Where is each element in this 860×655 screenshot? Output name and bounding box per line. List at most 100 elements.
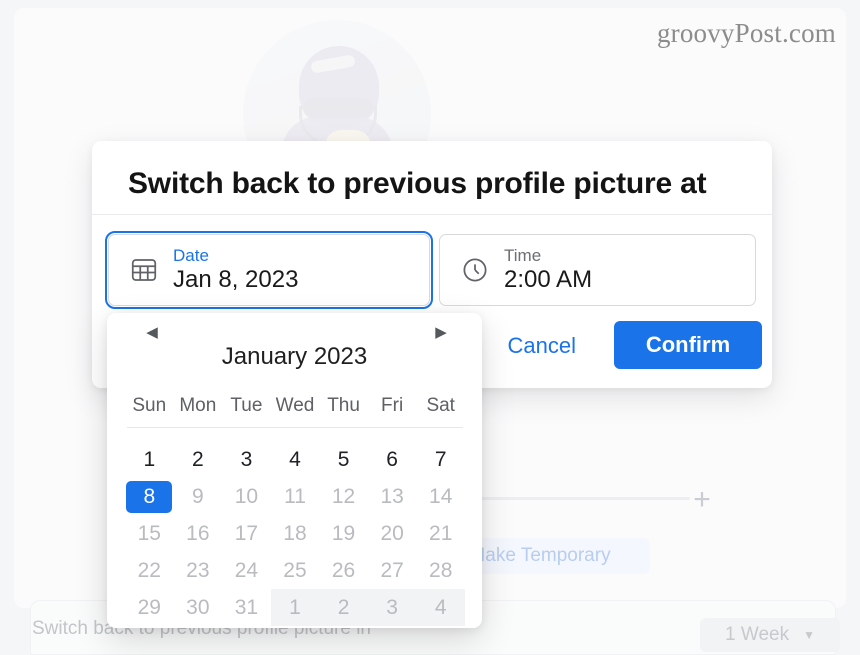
dialog-title: Switch back to previous profile picture …	[128, 167, 707, 200]
next-month-icon[interactable]: ▶	[428, 319, 454, 345]
calendar-day-15[interactable]: 15	[125, 515, 174, 552]
calendar-day-2[interactable]: 2	[174, 441, 223, 478]
calendar-day-label: 15	[137, 521, 161, 545]
calendar-day-3[interactable]: 3	[222, 441, 271, 478]
calendar-day-label: 20	[380, 521, 404, 545]
time-field-value: 2:00 AM	[504, 266, 593, 293]
calendar-day-18[interactable]: 18	[271, 515, 320, 552]
calendar-weekday-mon: Mon	[179, 395, 217, 416]
time-field-label: Time	[504, 246, 542, 265]
calendar-day-29[interactable]: 29	[125, 589, 174, 626]
calendar-day-label: 19	[331, 521, 356, 545]
calendar-day-label: 5	[337, 447, 350, 471]
calendar-day-25[interactable]: 25	[271, 552, 320, 589]
calendar-day-27[interactable]: 27	[368, 552, 417, 589]
calendar-day-label: 22	[137, 558, 161, 582]
calendar-day-7[interactable]: 7	[416, 441, 465, 478]
calendar-day-label: 6	[386, 447, 398, 471]
duration-dropdown[interactable]: 1 Week ▼	[700, 618, 840, 652]
calendar-day-label: 16	[186, 521, 210, 545]
calendar-day-label: 7	[434, 447, 447, 471]
calendar-day-21[interactable]: 21	[416, 515, 465, 552]
calendar-weekday-row: Sun Mon Tue Wed Thu Fri Sat	[125, 395, 465, 417]
calendar-day-label: 9	[192, 484, 204, 508]
calendar-day-31[interactable]: 31	[222, 589, 271, 626]
calendar-day-3[interactable]: 3	[367, 589, 417, 626]
plus-icon[interactable]: +	[688, 485, 716, 515]
cancel-button[interactable]: Cancel	[498, 325, 586, 367]
calendar-day-label: 30	[186, 595, 210, 619]
calendar-day-label: 28	[429, 558, 453, 582]
calendar-day-1[interactable]: 1	[270, 589, 320, 626]
calendar-day-label: 26	[331, 558, 356, 582]
groovypost-watermark: groovyPost.com	[656, 18, 836, 48]
date-field[interactable]: Date Jan 8, 2023	[105, 231, 433, 309]
calendar-day-label: 11	[284, 484, 306, 508]
calendar-day-4[interactable]: 4	[271, 441, 320, 478]
calendar-day-9[interactable]: 9	[174, 478, 223, 515]
calendar-day-label: 21	[429, 521, 453, 545]
time-field[interactable]: Time 2:00 AM	[439, 234, 756, 306]
calendar-weekday-thu: Thu	[327, 395, 360, 416]
calendar-day-label: 3	[240, 447, 253, 471]
calendar-day-24[interactable]: 24	[222, 552, 271, 589]
date-field-value: Jan 8, 2023	[173, 266, 299, 293]
calendar-day-16[interactable]: 16	[174, 515, 223, 552]
calendar-popup: January 2023 ◀ ▶ Sun Mon Tue Wed Thu Fri Sat 1…	[107, 313, 482, 628]
confirm-button[interactable]: Confirm	[614, 321, 762, 369]
calendar-weekday-tue: Tue	[230, 395, 263, 416]
calendar-day-23[interactable]: 23	[174, 552, 223, 589]
calendar-day-28[interactable]: 28	[416, 552, 465, 589]
calendar-day-label: 1	[289, 595, 301, 619]
calendar-day-label: 18	[283, 521, 307, 545]
calendar-day-label: 1	[143, 447, 156, 471]
calendar-icon	[129, 255, 159, 285]
calendar-day-13[interactable]: 13	[368, 478, 417, 515]
calendar-day-11[interactable]: 11	[271, 478, 320, 515]
calendar-day-12[interactable]: 12	[319, 478, 368, 515]
calendar-day-label: 2	[192, 447, 204, 471]
calendar-day-label: 12	[331, 484, 356, 508]
clock-icon	[460, 255, 490, 285]
calendar-day-10[interactable]: 10	[222, 478, 271, 515]
calendar-day-label: 27	[380, 558, 404, 582]
calendar-weekday-divider	[127, 427, 463, 428]
calendar-day-2[interactable]: 2	[319, 589, 368, 626]
calendar-weekday-wed: Wed	[275, 395, 315, 416]
calendar-day-5[interactable]: 5	[319, 441, 368, 478]
calendar-day-1[interactable]: 1	[125, 441, 174, 478]
calendar-day-6[interactable]: 6	[368, 441, 417, 478]
previous-month-icon[interactable]: ◀	[139, 319, 165, 345]
calendar-day-26[interactable]: 26	[319, 552, 368, 589]
date-field-label: Date	[173, 246, 209, 265]
calendar-day-17[interactable]: 17	[222, 515, 271, 552]
duration-dropdown-value: 1 Week	[725, 624, 790, 645]
calendar-day-22[interactable]: 22	[125, 552, 174, 589]
calendar-day-label: 2	[337, 595, 350, 619]
calendar-day-label: 13	[380, 484, 404, 508]
calendar-day-label: 4	[434, 595, 447, 619]
calendar-day-8[interactable]: 8	[125, 478, 174, 515]
calendar-day-14[interactable]: 14	[416, 478, 465, 515]
calendar-day-label: 10	[234, 484, 259, 508]
calendar-day-label: 17	[234, 521, 259, 545]
calendar-day-label: 23	[186, 558, 210, 582]
calendar-day-19[interactable]: 19	[319, 515, 368, 552]
calendar-month-label: January 2023	[221, 343, 368, 370]
calendar-day-30[interactable]: 30	[174, 589, 223, 626]
calendar-day-label: 14	[429, 484, 453, 508]
calendar-day-20[interactable]: 20	[368, 515, 417, 552]
calendar-day-label: 31	[234, 595, 259, 619]
calendar-day-grid: 1 2 3 4 5 6 7 8 9 10 11 12 13 14 15 16 17 18 19 20 21 22 23 24 2…	[125, 441, 465, 626]
dialog-divider	[92, 214, 772, 215]
calendar-day-label: 4	[289, 447, 301, 471]
calendar-day-label: 8	[126, 480, 173, 513]
calendar-day-label: 29	[137, 595, 161, 619]
calendar-day-label: 3	[386, 595, 398, 619]
calendar-day-label: 25	[283, 558, 307, 582]
calendar-weekday-fri: Fri	[381, 395, 404, 416]
calendar-day-4[interactable]: 4	[416, 589, 465, 626]
chevron-down-icon: ▼	[803, 628, 815, 642]
calendar-weekday-sun: Sun	[132, 395, 167, 416]
calendar-day-label: 24	[234, 558, 259, 582]
